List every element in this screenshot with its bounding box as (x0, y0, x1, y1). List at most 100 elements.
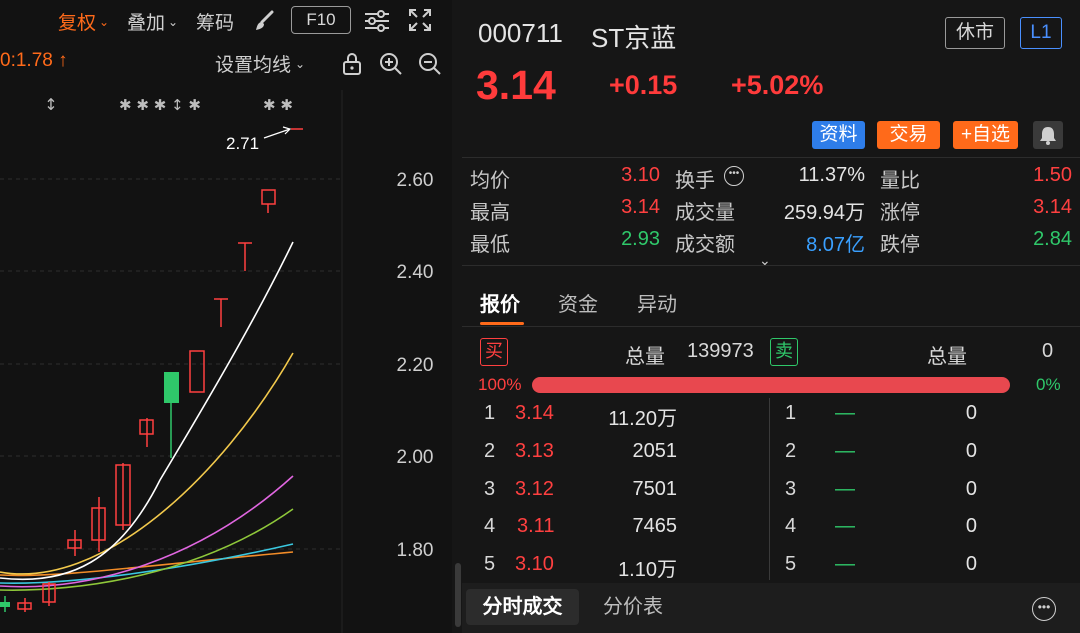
profile-button[interactable]: 资料 (812, 121, 865, 149)
y-tick-label: 2.40 (397, 262, 434, 283)
volume-ratio-value: 1.50 (1033, 164, 1072, 186)
ask-volume: 0 (965, 440, 977, 462)
fullscreen-icon[interactable] (408, 8, 432, 32)
y-tick-label: 2.00 (397, 447, 434, 468)
ask-volume: 0 (965, 515, 977, 537)
overlay-dropdown[interactable]: 叠加 ⌄ (127, 8, 178, 35)
event-marker-icon[interactable]: ✱ ✱ (263, 96, 293, 114)
bid-level: 4 (484, 515, 496, 537)
ask-price: — (835, 478, 855, 500)
zoom-in-icon[interactable] (379, 52, 403, 76)
ask-price: — (835, 553, 855, 575)
turnover-label: 换手 (675, 170, 715, 192)
turnover-info-icon[interactable]: ••• (724, 166, 744, 186)
bid-volume: 11.20万 (608, 408, 677, 430)
adjust-dropdown[interactable]: 复权 ⌄ (58, 8, 109, 35)
add-watchlist-button[interactable]: +自选 (953, 121, 1018, 149)
book-divider (769, 398, 770, 580)
ma10-line (0, 352, 294, 575)
event-marker-icon[interactable]: ↕ (44, 95, 57, 114)
tab-price-table[interactable]: 分价表 (603, 589, 663, 625)
overlay-label: 叠加 (127, 13, 166, 34)
level-badge[interactable]: L1 (1020, 17, 1062, 49)
draw-brush-icon[interactable] (254, 10, 276, 32)
chart-toolbar: 复权 ⌄ 叠加 ⌄ 筹码 F10 (0, 0, 452, 40)
amount-label: 成交额 (675, 234, 735, 256)
candle-body (261, 189, 276, 205)
tab-quote[interactable]: 报价 (480, 288, 520, 317)
f10-button[interactable]: F10 (291, 6, 351, 34)
bid-level: 1 (484, 402, 496, 424)
ask-level: 2 (785, 440, 797, 462)
lock-icon[interactable] (341, 52, 363, 76)
high-label: 最高 (470, 202, 510, 224)
chips-button[interactable]: 筹码 (196, 8, 234, 35)
bid-row[interactable]: 1 3.14 11.20万 (462, 402, 762, 438)
ask-volume: 0 (965, 402, 977, 424)
indicator-settings-icon[interactable] (364, 9, 390, 33)
sell-total-label: 总量 (927, 346, 967, 368)
candle-body (189, 350, 205, 393)
ask-level: 4 (785, 515, 797, 537)
avg-price-value: 3.10 (621, 164, 660, 186)
zoom-out-icon[interactable] (418, 52, 442, 76)
tab-moves[interactable]: 异动 (637, 288, 677, 317)
price-alert-button[interactable] (1033, 121, 1063, 149)
bid-level: 2 (484, 440, 496, 462)
high-value: 3.14 (621, 196, 660, 218)
volume-value: 259.94万 (783, 202, 865, 224)
chevron-down-icon: ⌄ (295, 57, 306, 71)
tab-funds[interactable]: 资金 (558, 288, 598, 317)
kline-chart-pane[interactable]: 2.60 2.40 2.20 2.00 1.80 ↕ ✱ ✱ ✱ ↕ ✱ ✱ ✱… (0, 0, 452, 633)
market-status-badge: 休市 (945, 17, 1005, 49)
ma5-line (0, 241, 294, 581)
bid-price: 3.10 (515, 553, 554, 575)
amount-value: 8.07亿 (806, 234, 865, 256)
last-price: 3.14 (476, 62, 556, 108)
ask-row[interactable]: 1 — 0 (772, 402, 1072, 438)
chevron-down-icon: ⌄ (168, 15, 179, 29)
tab-tick-trades[interactable]: 分时成交 (466, 589, 579, 625)
scrollbar-thumb[interactable] (455, 563, 461, 627)
bid-level: 5 (484, 553, 496, 575)
bid-level: 3 (484, 478, 496, 500)
bid-price: 3.11 (517, 515, 555, 537)
sell-badge: 卖 (770, 338, 798, 366)
limit-up-value: 3.14 (1033, 196, 1072, 218)
moving-average-lines (0, 241, 294, 591)
y-tick-label: 1.80 (397, 540, 434, 561)
ask-price: — (835, 515, 855, 537)
max-price-label: 2.71 (226, 134, 259, 153)
divider (462, 326, 1080, 327)
ask-row[interactable]: 3 — 0 (772, 478, 1072, 514)
bid-row[interactable]: 2 3.13 2051 (462, 440, 762, 476)
ask-volume: 0 (965, 478, 977, 500)
bid-row[interactable]: 3 3.12 7501 (462, 478, 762, 514)
chart-grid (0, 178, 342, 550)
more-options-icon[interactable]: ••• (1032, 597, 1056, 621)
bid-price: 3.14 (515, 402, 554, 424)
bid-price: 3.12 (515, 478, 554, 500)
bid-row[interactable]: 4 3.11 7465 (462, 515, 762, 551)
turnover-value: 11.37% (798, 164, 865, 186)
candle-body (164, 372, 179, 403)
stock-code: 000711 (478, 18, 563, 48)
ask-row[interactable]: 4 — 0 (772, 515, 1072, 551)
y-tick-label: 2.60 (397, 170, 434, 191)
bell-icon (1040, 127, 1056, 145)
ma-setting-dropdown[interactable]: 设置均线 ⌄ (215, 50, 305, 77)
ma-setting-label: 设置均线 (215, 55, 292, 76)
kline-chart[interactable]: 2.60 2.40 2.20 2.00 1.80 ↕ ✱ ✱ ✱ ↕ ✱ ✱ ✱… (0, 0, 452, 633)
candle-body (0, 602, 10, 607)
expand-chevron-icon[interactable]: ⌄ (759, 252, 771, 269)
low-label: 最低 (470, 234, 510, 256)
ask-row[interactable]: 2 — 0 (772, 440, 1072, 476)
trade-button[interactable]: 交易 (877, 121, 940, 149)
buy-sell-ratio-bar (532, 377, 1010, 393)
buy-total-value: 139973 (687, 340, 754, 362)
sell-total-value: 0 (1042, 340, 1054, 362)
buy-ratio-percent: 100% (478, 375, 522, 394)
event-marker-icon[interactable]: ✱ ✱ ✱ ↕ ✱ (119, 96, 201, 114)
divider (462, 157, 1080, 158)
ma20-line (0, 475, 294, 588)
